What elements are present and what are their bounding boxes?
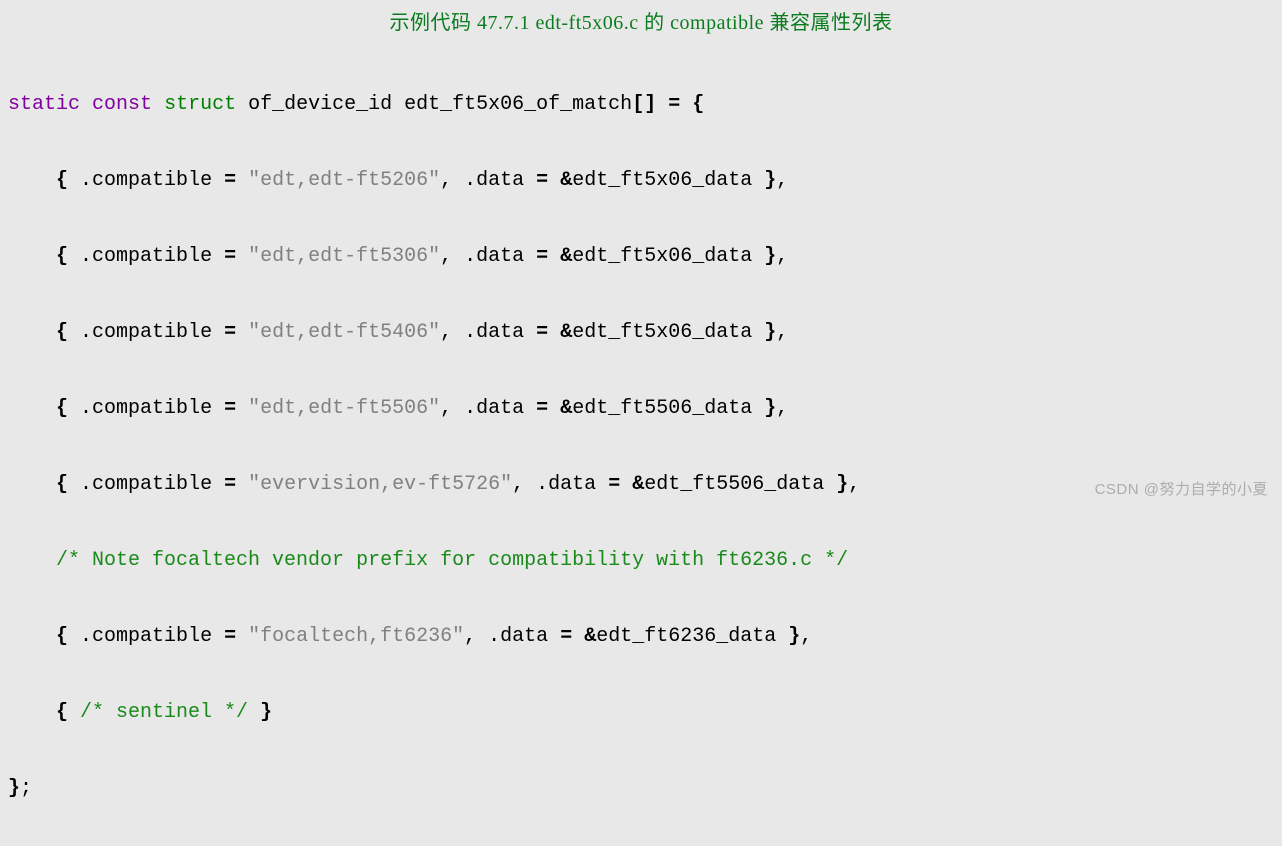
- watermark-text: CSDN @努力自学的小夏: [1095, 476, 1268, 505]
- var-name: edt_ft5x06_of_match: [404, 93, 632, 116]
- brackets: []: [632, 93, 656, 116]
- code-line-entry: { .compatible = "edt,edt-ft5306", .data …: [8, 238, 1274, 276]
- code-block: static const struct of_device_id edt_ft5…: [8, 48, 1274, 846]
- type-name: of_device_id: [248, 93, 392, 116]
- brace-open: {: [692, 93, 704, 116]
- code-line-close: };: [8, 770, 1274, 808]
- code-line-entry: { .compatible = "evervision,ev-ft5726", …: [8, 466, 1274, 504]
- kw-const: const: [92, 93, 152, 116]
- comment-text: /* Note focaltech vendor prefix for comp…: [56, 549, 848, 572]
- kw-struct: struct: [164, 93, 236, 116]
- kw-static: static: [8, 93, 80, 116]
- code-caption: 示例代码 47.7.1 edt-ft5x06.c 的 compatible 兼容…: [8, 4, 1274, 42]
- sentinel-comment: /* sentinel */: [80, 701, 248, 724]
- code-line-entry: { .compatible = "edt,edt-ft5406", .data …: [8, 314, 1274, 352]
- code-line-entry: { .compatible = "edt,edt-ft5506", .data …: [8, 390, 1274, 428]
- brace-close: }: [8, 777, 20, 800]
- semicolon: ;: [20, 777, 32, 800]
- code-line-entry: { .compatible = "focaltech,ft6236", .dat…: [8, 618, 1274, 656]
- code-line-decl: static const struct of_device_id edt_ft5…: [8, 86, 1274, 124]
- code-line-sentinel: { /* sentinel */ }: [8, 694, 1274, 732]
- code-line-comment: /* Note focaltech vendor prefix for comp…: [8, 542, 1274, 580]
- eq-sign: =: [656, 93, 692, 116]
- code-line-entry: { .compatible = "edt,edt-ft5206", .data …: [8, 162, 1274, 200]
